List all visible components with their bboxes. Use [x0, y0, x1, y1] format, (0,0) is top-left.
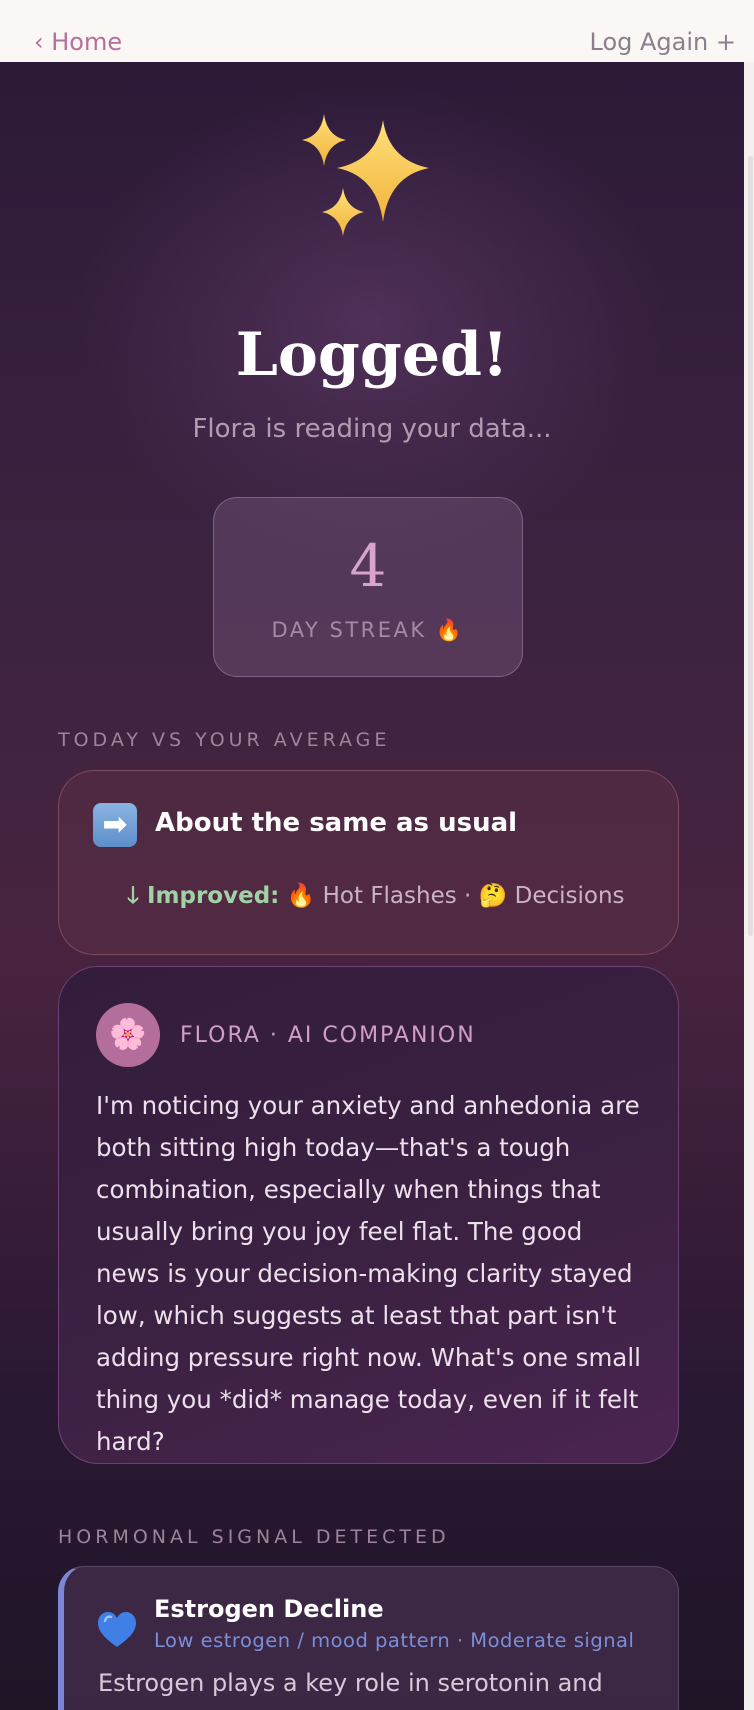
comparison-card: ➡ About the same as usual 🡓 Improved: 🔥 … [58, 770, 679, 955]
streak-card: 4 DAY STREAK 🔥 [213, 497, 523, 677]
right-arrow-icon: ➡ [93, 803, 137, 847]
top-nav-bar: ‹ Home Log Again + [0, 0, 754, 62]
comparison-summary: About the same as usual [155, 808, 518, 838]
result-panel: Logged! Flora is reading your data... 4 … [0, 62, 744, 1710]
page-subtitle: Flora is reading your data... [192, 414, 552, 444]
streak-count: 4 [349, 532, 387, 600]
signal-body: Estrogen plays a key role in serotonin a… [98, 1669, 603, 1697]
improved-line: 🡓 Improved: 🔥 Hot Flashes · 🤔 Decisions [127, 879, 625, 918]
improved-items: 🔥 Hot Flashes · 🤔 Decisions [286, 883, 625, 909]
hormonal-signal-card[interactable]: Estrogen Decline Low estrogen / mood pat… [58, 1566, 679, 1710]
comparison-section-label: TODAY VS YOUR AVERAGE [58, 729, 391, 751]
log-again-button[interactable]: Log Again + [590, 28, 736, 56]
flora-avatar: 🌸 [96, 1003, 160, 1067]
hormonal-section-label: HORMONAL SIGNAL DETECTED [58, 1526, 450, 1548]
signal-subtitle: Low estrogen / mood pattern · Moderate s… [154, 1629, 635, 1652]
signal-title: Estrogen Decline [154, 1595, 384, 1623]
flora-message: I'm noticing your anxiety and anhedonia … [96, 1091, 641, 1456]
sparkles-icon [302, 114, 429, 236]
streak-label: DAY STREAK 🔥 [271, 618, 465, 642]
page-title: Logged! [235, 320, 509, 390]
scrollbar[interactable] [744, 62, 754, 1710]
scrollbar-thumb[interactable] [748, 156, 753, 936]
flora-companion-card: 🌸 FLORA · AI COMPANION I'm noticing your… [58, 966, 679, 1464]
flora-label: FLORA · AI COMPANION [180, 1023, 476, 1048]
home-back-link[interactable]: ‹ Home [34, 28, 122, 56]
blue-heart-icon [98, 1612, 136, 1647]
improved-label: 🡓 Improved: [127, 883, 280, 909]
